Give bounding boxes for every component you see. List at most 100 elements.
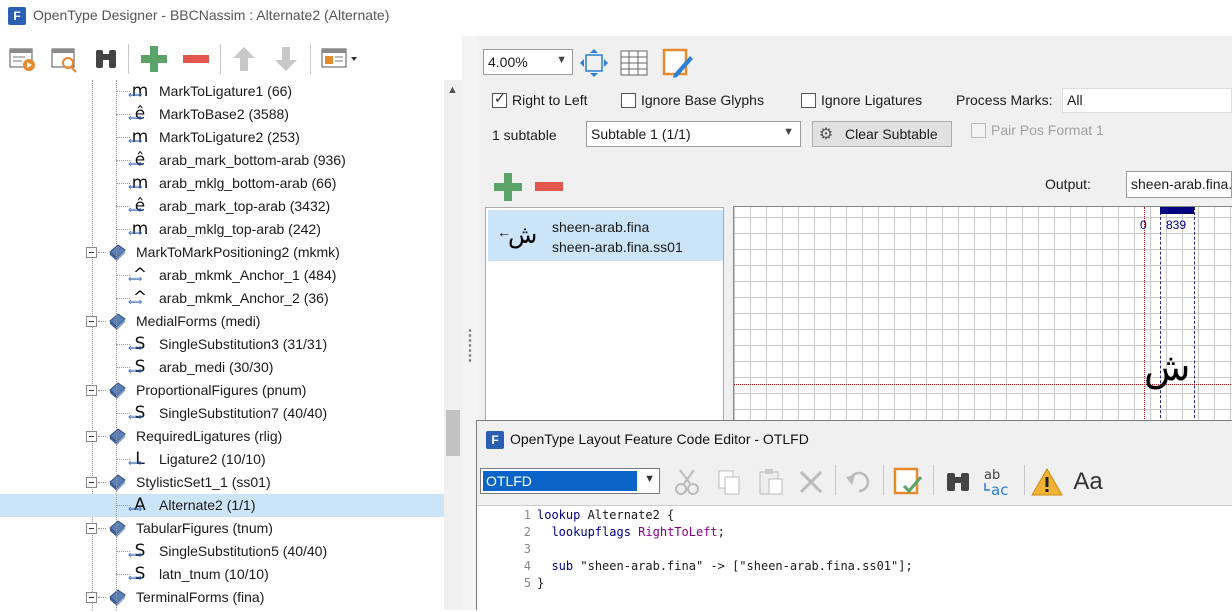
tree-feature-node[interactable]: StylisticSet1_1 (ss01) [0,471,444,494]
tree-lookup-node[interactable]: ê ⟺ MarkToBase2 (3588) [0,103,444,126]
right-to-left-checkbox[interactable] [492,91,507,108]
font-icon[interactable]: Aa [1071,465,1105,499]
find-in-list-icon[interactable] [48,44,80,74]
add-glyph-icon[interactable] [494,173,522,201]
code-token: lookupflags [551,525,631,539]
lookup-type-icon: ê ⟺ [128,196,146,216]
paste-icon[interactable] [754,465,788,499]
tree-item-label: RequiredLigatures (rlig) [136,428,283,444]
tree-lookup-node[interactable]: ^ ⟺ arab_mkmk_Anchor_1 (484) [0,264,444,287]
replace-icon[interactable]: ab ac [982,465,1016,499]
find-icon[interactable] [941,465,975,499]
undo-icon[interactable] [842,465,876,499]
tree-feature-node[interactable]: TabularFigures (tnum) [0,517,444,540]
input-glyph-name: sheen-arab.fina [552,219,650,235]
glyph-list[interactable]: ← ش sheen-arab.fina sheen-arab.fina.ss01 [485,207,724,422]
copy-icon[interactable] [712,465,746,499]
tree-feature-node[interactable]: ProportionalFigures (pnum) [0,379,444,402]
scroll-up-icon[interactable]: ▲ [447,84,458,96]
edit-glyph-icon[interactable] [660,46,694,80]
lookup-type-icon: ê ⟺ [128,104,146,124]
warning-icon[interactable] [1030,465,1064,499]
advance-width-bar[interactable] [1160,207,1194,214]
tree-item-label: latn_tnum (10/10) [159,566,269,582]
add-icon[interactable] [138,44,170,74]
code-line[interactable]: sub "sheen-arab.fina" -> ["sheen-arab.fi… [537,559,912,573]
fit-to-window-icon[interactable] [578,47,610,79]
tree-lookup-node[interactable]: S ⟺ latn_tnum (10/10) [0,563,444,586]
tree-lookup-node[interactable]: S ⟺ SingleSubstitution5 (40/40) [0,540,444,563]
line-number: 3 [523,542,531,556]
code-line[interactable]: lookupflags RightToLeft; [537,525,724,539]
clear-subtable-button[interactable]: ⚙ Clear Subtable [812,121,952,147]
glyph-outline[interactable]: ش [1144,347,1190,387]
format-select[interactable]: OTLFD ▼ [480,468,660,494]
feature-icon [108,589,126,606]
ignore-base-glyphs-checkbox[interactable] [621,93,636,108]
tree-lookup-node[interactable]: m ⟺ MarkToLigature2 (253) [0,126,444,149]
ignore-ligatures-checkbox[interactable] [801,93,816,108]
apply-changes-icon[interactable] [891,465,925,499]
scroll-thumb[interactable] [446,410,460,456]
process-marks-select[interactable]: All [1062,88,1232,113]
feature-icon [108,520,126,537]
feature-tree[interactable]: m ⟺ MarkToLigature1 (66) ê ⟺ MarkToBase2 (358… [0,80,444,610]
code-line[interactable]: lookup Alternate2 { [537,508,674,522]
chevron-down-icon: ▼ [783,126,794,138]
collapse-icon[interactable] [86,592,97,603]
tree-lookup-node[interactable]: m ⟺ arab_mklg_bottom-arab (66) [0,172,444,195]
move-down-icon[interactable] [270,44,302,74]
move-up-icon[interactable] [228,44,260,74]
gear-icon: ⚙ [818,124,834,143]
view-menu-icon[interactable] [318,44,362,74]
preview-icon[interactable] [6,44,38,74]
tree-item-label: arab_mklg_top-arab (242) [159,221,321,237]
collapse-icon[interactable] [86,316,97,327]
cut-icon[interactable] [670,465,704,499]
collapse-icon[interactable] [86,385,97,396]
lookup-type-icon: S ⟺ [128,541,146,561]
tree-lookup-node[interactable]: m ⟺ arab_mklg_top-arab (242) [0,218,444,241]
output-field[interactable]: sheen-arab.fina.ss01 [1126,171,1232,198]
code-token: lookup [537,508,581,522]
remove-glyph-icon[interactable] [535,182,563,191]
collapse-icon[interactable] [86,431,97,442]
grid-icon[interactable] [618,47,650,79]
tree-lookup-node[interactable]: S ⟺ arab_medi (30/30) [0,356,444,379]
tree-lookup-node[interactable]: ê ⟺ arab_mark_top-arab (3432) [0,195,444,218]
glyph-canvas[interactable]: 0 839 ش [733,206,1232,422]
lookup-type-icon: m ⟺ [128,173,149,193]
tree-scrollbar[interactable]: ▲ [444,80,462,610]
tree-item-label: Ligature2 (10/10) [159,451,266,467]
code-editor[interactable]: 1 lookup Alternate2 {2 lookupflags RightT… [477,505,1232,612]
zoom-select[interactable]: 4.00% ▼ [483,49,573,75]
binoculars-icon[interactable] [90,44,122,74]
code-line[interactable]: } [537,576,544,590]
tree-lookup-node[interactable]: S ⟺ SingleSubstitution7 (40/40) [0,402,444,425]
collapse-icon[interactable] [86,477,97,488]
tree-lookup-node[interactable]: A ⟺ Alternate2 (1/1) [0,494,444,517]
tree-feature-node[interactable]: MarkToMarkPositioning2 (mkmk) [0,241,444,264]
chevron-down-icon: ▼ [644,473,655,485]
tree-lookup-node[interactable]: ^ ⟺ arab_mkmk_Anchor_2 (36) [0,287,444,310]
tree-lookup-node[interactable]: ê ⟺ arab_mark_bottom-arab (936) [0,149,444,172]
tree-feature-node[interactable]: RequiredLigatures (rlig) [0,425,444,448]
collapse-icon[interactable] [86,247,97,258]
svg-text:ac: ac [991,481,1008,498]
tree-lookup-node[interactable]: S ⟺ SingleSubstitution3 (31/31) [0,333,444,356]
subtable-select[interactable]: Subtable 1 (1/1) ▼ [586,121,801,147]
tree-feature-node[interactable]: MedialForms (medi) [0,310,444,333]
tree-feature-node[interactable]: TerminalForms (fina) [0,586,444,609]
remove-icon[interactable] [180,44,212,74]
list-item[interactable]: ← ش sheen-arab.fina sheen-arab.fina.ss01 [488,210,723,261]
delete-icon[interactable] [794,465,828,499]
lookup-type-icon: ê ⟺ [128,150,146,170]
line-number: 2 [523,525,531,539]
tree-lookup-node[interactable]: L ⟺ Ligature2 (10/10) [0,448,444,471]
feature-icon [108,313,126,330]
tree-lookup-node[interactable]: m ⟺ MarkToLigature1 (66) [0,80,444,103]
collapse-icon[interactable] [86,523,97,534]
lookup-type-icon: S ⟺ [128,334,146,354]
lookup-type-icon: m ⟺ [128,81,149,101]
output-label: Output: [1045,176,1091,192]
